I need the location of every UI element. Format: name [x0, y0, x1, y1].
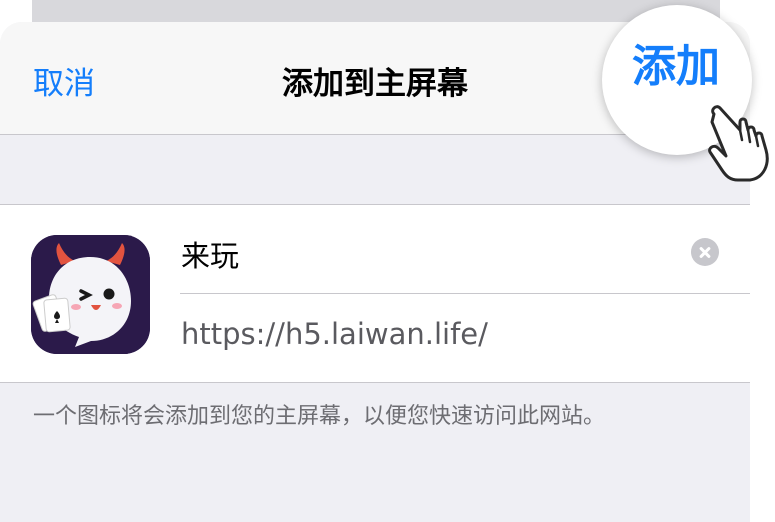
app-icon: [31, 235, 150, 354]
clear-text-icon[interactable]: [691, 238, 719, 266]
bookmark-form: 来玩 https://h5.laiwan.life/: [0, 204, 750, 383]
footer-note: 一个图标将会添加到您的主屏幕，以便您快速访问此网站。: [33, 404, 606, 429]
url-text: https://h5.laiwan.life/: [181, 317, 488, 351]
app-name-field[interactable]: 来玩: [181, 233, 239, 275]
ghost-app-icon: [31, 235, 150, 354]
add-button[interactable]: 添加: [632, 30, 720, 94]
pointing-hand-icon: [708, 105, 769, 182]
field-divider: [180, 293, 750, 294]
